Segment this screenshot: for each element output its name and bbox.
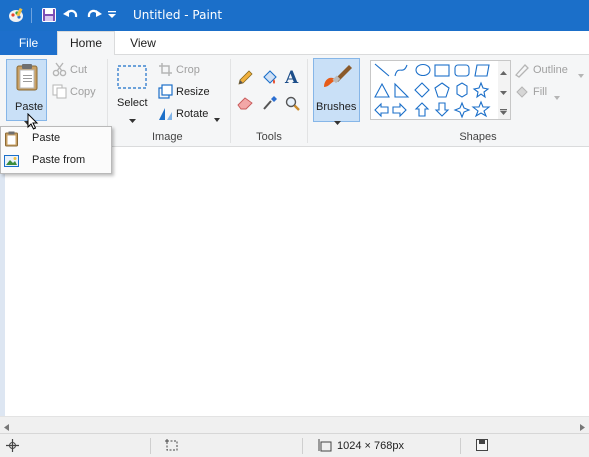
text-tool-icon[interactable]: A xyxy=(285,68,298,88)
status-separator xyxy=(302,438,303,454)
customize-arrow-icon[interactable] xyxy=(106,7,118,23)
resize-label: Resize xyxy=(176,86,210,98)
rotate-button[interactable]: Rotate xyxy=(158,106,224,124)
paste-button[interactable]: Paste xyxy=(6,59,47,125)
menu-item-paste-from-label: Paste from xyxy=(32,154,86,166)
paste-label: Paste xyxy=(15,101,44,113)
mouse-cursor-icon xyxy=(27,112,39,134)
clipboard-icon xyxy=(16,63,38,94)
outline-dropdown-arrow-icon xyxy=(578,69,584,81)
rotate-label: Rotate xyxy=(176,108,209,120)
tab-view[interactable]: View xyxy=(115,31,171,55)
crop-icon xyxy=(158,62,173,80)
canvas-size-icon xyxy=(318,439,332,455)
copy-button[interactable]: Copy xyxy=(52,84,102,102)
shapes-scroll-up-icon[interactable] xyxy=(500,66,507,78)
outline-label: Outline xyxy=(533,64,568,76)
clipboard-small-icon xyxy=(5,131,18,150)
status-bar: 1024 × 768px xyxy=(0,433,589,457)
fill-button[interactable]: Fill xyxy=(514,84,564,102)
brushes-dropdown-arrow-icon xyxy=(334,116,341,128)
ribbon-tab-bar: File Home View xyxy=(0,31,589,56)
cut-label: Cut xyxy=(70,64,88,76)
canvas-left-edge xyxy=(0,148,5,416)
select-button[interactable]: Select xyxy=(112,61,152,123)
shapes-group-label: Shapes xyxy=(459,131,497,143)
brush-icon xyxy=(321,63,353,96)
outline-button[interactable]: Outline xyxy=(514,62,586,80)
shapes-gallery[interactable] xyxy=(370,60,511,120)
copy-label: Copy xyxy=(70,86,96,98)
select-dropdown-arrow-icon xyxy=(129,114,136,126)
fill-dropdown-arrow-icon xyxy=(554,91,560,103)
tools-group-label: Tools xyxy=(256,131,282,143)
menu-item-paste-from[interactable]: Paste from xyxy=(1,150,111,172)
crop-button[interactable]: Crop xyxy=(158,62,208,80)
shapes-scroll-down-icon[interactable] xyxy=(500,86,507,98)
title-bar: Untitled - Paint xyxy=(0,0,589,31)
pencil-icon[interactable] xyxy=(237,70,253,89)
redo-icon[interactable] xyxy=(86,7,102,23)
paint-app-icon[interactable] xyxy=(8,7,24,23)
color-picker-icon[interactable] xyxy=(262,95,277,114)
paste-dropdown-menu: Paste Paste from xyxy=(0,126,112,174)
rotate-dropdown-arrow-icon xyxy=(214,113,220,125)
canvas-area[interactable] xyxy=(0,148,589,416)
copy-icon xyxy=(52,84,67,102)
save-icon[interactable] xyxy=(41,7,57,23)
tab-home[interactable]: Home xyxy=(57,31,115,56)
eraser-icon[interactable] xyxy=(237,96,254,113)
group-separator xyxy=(230,59,231,143)
selection-size-icon xyxy=(165,439,179,455)
rotate-icon xyxy=(158,106,173,124)
outline-brush-icon xyxy=(514,62,530,81)
select-label: Select xyxy=(117,97,148,109)
shapes-gallery-icons xyxy=(374,61,510,119)
paste-from-icon xyxy=(4,153,20,172)
status-separator xyxy=(460,438,461,454)
resize-icon xyxy=(158,84,173,102)
shapes-expand-icon[interactable] xyxy=(500,106,507,118)
title-separator xyxy=(31,8,32,23)
group-separator xyxy=(307,59,308,143)
scissors-icon xyxy=(52,62,67,80)
undo-icon[interactable] xyxy=(63,7,79,23)
fill-bucket-icon[interactable] xyxy=(261,69,278,89)
menu-item-paste[interactable]: Paste xyxy=(1,128,111,150)
brushes-label: Brushes xyxy=(316,101,357,113)
magnifier-icon[interactable] xyxy=(285,96,301,115)
status-separator xyxy=(150,438,151,454)
cut-button[interactable]: Cut xyxy=(52,62,98,80)
cursor-position-icon xyxy=(6,439,19,455)
fill-icon xyxy=(514,84,530,103)
fill-label: Fill xyxy=(533,86,548,98)
tab-file[interactable]: File xyxy=(0,31,57,55)
crop-label: Crop xyxy=(176,64,200,76)
window-title: Untitled - Paint xyxy=(133,8,223,22)
select-rect-icon xyxy=(117,65,147,92)
horizontal-scrollbar[interactable] xyxy=(0,416,589,433)
brushes-button[interactable]: Brushes xyxy=(313,58,360,125)
canvas-dimensions: 1024 × 768px xyxy=(337,440,404,452)
resize-button[interactable]: Resize xyxy=(158,84,214,102)
image-group-label: Image xyxy=(152,131,183,143)
file-size-icon xyxy=(476,439,488,454)
